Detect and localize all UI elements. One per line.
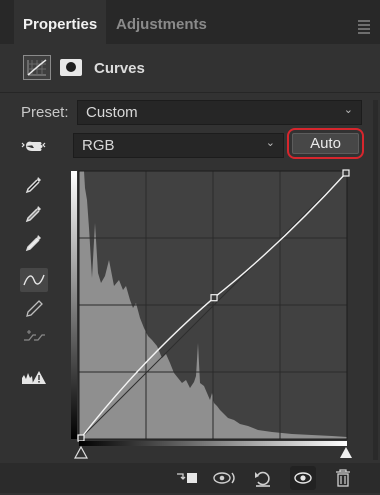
auto-button[interactable]: Auto <box>292 133 359 154</box>
divider <box>0 92 380 93</box>
gray-point-eyedropper-icon[interactable] <box>20 202 48 226</box>
panel-scrollbar[interactable] <box>373 100 378 460</box>
channel-value: RGB <box>82 137 115 154</box>
layer-mask-icon[interactable] <box>60 59 82 76</box>
curve-points-icon[interactable] <box>20 268 48 292</box>
adjustment-title: Curves <box>94 60 145 77</box>
reset-icon[interactable] <box>252 468 274 488</box>
tab-properties[interactable]: Properties <box>14 0 106 44</box>
curve-control-point[interactable] <box>342 169 350 177</box>
curve-control-point[interactable] <box>210 294 218 302</box>
preset-dropdown[interactable]: Custom ⌄ <box>77 100 362 125</box>
output-gradient-bar <box>71 171 77 439</box>
on-image-adjust-icon[interactable] <box>20 134 48 158</box>
preset-label: Preset: <box>21 104 69 121</box>
white-point-eyedropper-icon[interactable] <box>20 231 48 255</box>
curves-graph[interactable] <box>62 168 362 468</box>
properties-panel: Properties Adjustments Curves Preset: Cu… <box>0 0 380 493</box>
clip-to-layer-icon[interactable] <box>175 468 199 488</box>
black-point-slider[interactable] <box>73 445 89 459</box>
smooth-icon[interactable] <box>20 326 48 350</box>
clipping-warning-icon[interactable] <box>20 366 48 390</box>
curve-control-point[interactable] <box>77 434 85 442</box>
black-point-eyedropper-icon[interactable] <box>20 173 48 197</box>
pencil-icon[interactable] <box>20 297 48 321</box>
curves-graph-canvas[interactable] <box>62 168 362 468</box>
visibility-icon <box>294 472 312 484</box>
auto-button-highlight: Auto <box>287 128 364 159</box>
input-gradient-bar <box>79 441 347 446</box>
tab-bar: Properties Adjustments <box>0 0 380 44</box>
channel-dropdown[interactable]: RGB ⌄ <box>73 133 284 158</box>
chevron-down-icon: ⌄ <box>265 137 275 149</box>
panel-menu-icon[interactable] <box>358 20 370 36</box>
white-point-slider[interactable] <box>340 447 352 458</box>
curves-adjustment-icon[interactable] <box>23 55 51 80</box>
visibility-toggle[interactable] <box>290 466 316 490</box>
tab-adjustments[interactable]: Adjustments <box>116 0 207 44</box>
chevron-down-icon: ⌄ <box>343 104 353 116</box>
delete-icon[interactable] <box>334 468 352 488</box>
preset-value: Custom <box>86 104 138 121</box>
view-previous-icon[interactable] <box>212 468 238 488</box>
